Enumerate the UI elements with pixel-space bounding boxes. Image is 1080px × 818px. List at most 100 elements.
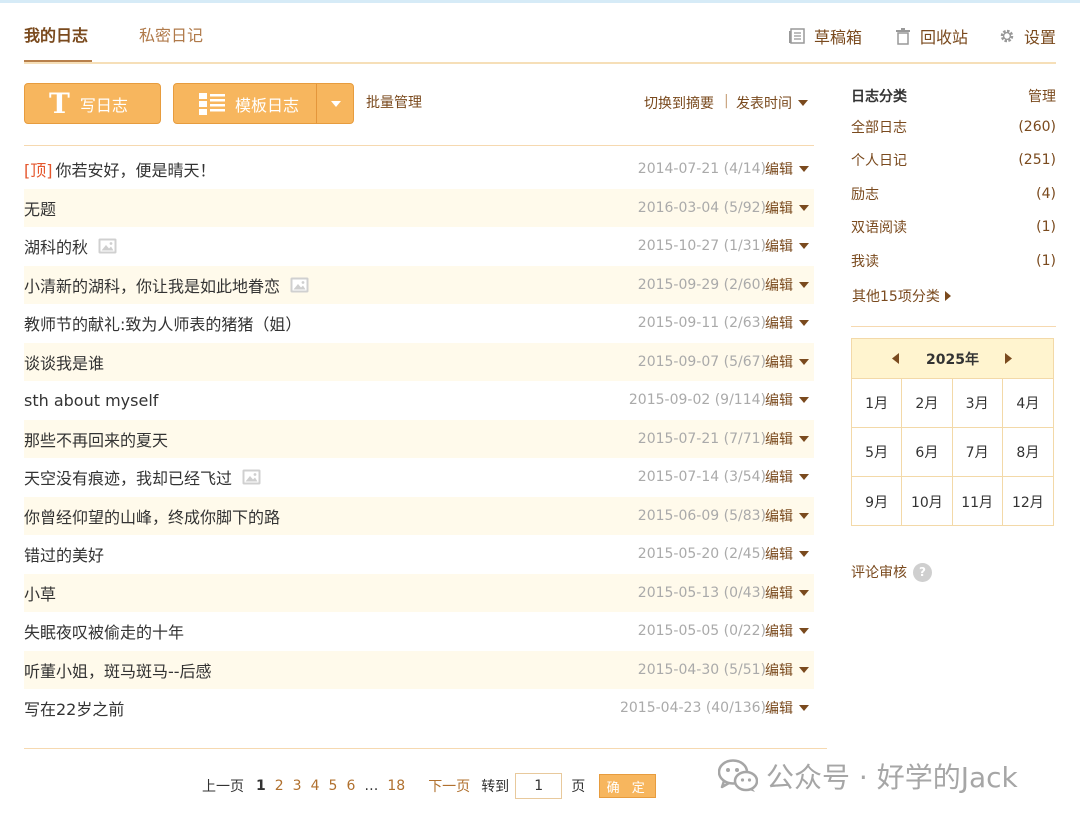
category-manage-link[interactable]: 管理 [1028, 86, 1056, 106]
edit-dropdown[interactable]: 编辑 [765, 621, 809, 641]
prev-year-icon[interactable] [892, 353, 899, 364]
edit-dropdown[interactable]: 编辑 [765, 159, 809, 179]
diary-list: [顶] 你若安好，便是晴天！ 2014-07-21 (4/14) 编辑 无题 2016-0… [24, 150, 814, 728]
edit-dropdown[interactable]: 编辑 [765, 660, 809, 680]
next-page-button[interactable]: 下一页 [428, 776, 470, 796]
edit-dropdown[interactable]: 编辑 [765, 506, 809, 526]
category-item[interactable]: 励志 (4) [851, 177, 1056, 211]
sort-label: 发表时间 [736, 96, 792, 112]
tab-private-diary[interactable]: 私密日记 [139, 22, 203, 46]
next-year-icon[interactable] [1005, 353, 1012, 364]
settings-button[interactable]: 设置 [998, 24, 1056, 48]
calendar-month[interactable]: 11月 [953, 477, 1003, 526]
page-link[interactable]: 5 [329, 778, 338, 794]
diary-title-link[interactable]: 错过的美好 [24, 542, 104, 566]
category-item[interactable]: 双语阅读 (1) [851, 211, 1056, 245]
drafts-button[interactable]: 草稿箱 [788, 24, 862, 48]
calendar-month[interactable]: 8月 [1002, 428, 1053, 477]
help-icon[interactable]: ? [913, 562, 932, 582]
calendar-month[interactable]: 1月 [852, 379, 903, 428]
diary-meta: 2015-07-21 (7/71) [638, 431, 766, 447]
comment-review-link[interactable]: 评论审核 ? [851, 562, 932, 582]
diary-title: 错过的美好 [24, 546, 105, 566]
toggle-summary-link[interactable]: 切换到摘要 [644, 93, 714, 113]
diary-stats: (40/136) [705, 700, 766, 717]
diary-date: 2015-09-11 [637, 315, 720, 332]
more-categories-link[interactable]: 其他15项分类 [852, 286, 951, 306]
trash-button[interactable]: 回收站 [894, 24, 968, 48]
category-item[interactable]: 个人日记 (251) [851, 144, 1056, 178]
diary-title-link[interactable]: sth about myself [24, 391, 158, 410]
edit-dropdown[interactable]: 编辑 [765, 429, 809, 449]
page-link[interactable]: 3 [293, 778, 302, 794]
diary-title: sth about myself [24, 390, 159, 410]
calendar-month[interactable]: 5月 [852, 428, 903, 477]
calendar-year: 2025年 [926, 351, 979, 368]
diary-title-link[interactable]: 教师节的献礼:致为人师表的猪猪（姐） [24, 311, 301, 335]
edit-dropdown[interactable]: 编辑 [765, 352, 809, 372]
page-link-last[interactable]: 18 [387, 778, 405, 794]
batch-manage-link[interactable]: 批量管理 [366, 92, 422, 112]
diary-title-link[interactable]: 谈谈我是谁 [24, 350, 104, 374]
write-diary-button[interactable]: T 写日志 [24, 83, 161, 124]
diary-title-link[interactable]: 写在22岁之前 [24, 696, 124, 720]
edit-dropdown[interactable]: 编辑 [765, 390, 809, 410]
goto-confirm-button[interactable]: 确 定 [599, 774, 657, 798]
edit-label: 编辑 [765, 470, 793, 487]
diary-title-link[interactable]: [顶] 你若安好，便是晴天！ [24, 157, 216, 181]
diary-title-link[interactable]: 你曾经仰望的山峰，终成你脚下的路 [24, 504, 280, 528]
diary-title-link[interactable]: 小清新的湖科，你让我是如此地眷恋 [24, 273, 309, 297]
prev-page-button[interactable]: 上一页 [202, 776, 244, 796]
settings-label: 设置 [1024, 28, 1057, 47]
caret-down-icon [799, 243, 809, 250]
category-count: (251) [1018, 152, 1056, 169]
goto-page-input[interactable] [515, 773, 563, 799]
edit-dropdown[interactable]: 编辑 [765, 698, 809, 718]
diary-date: 2014-07-21 [637, 161, 720, 178]
edit-dropdown[interactable]: 编辑 [765, 583, 809, 603]
caret-down-icon [799, 281, 809, 288]
diary-title-link[interactable]: 湖科的秋 [24, 234, 117, 258]
calendar-month[interactable]: 3月 [952, 379, 1003, 428]
page-link[interactable]: 2 [275, 778, 284, 794]
template-diary-button[interactable]: 模板日志 [173, 83, 354, 124]
calendar-month[interactable]: 9月 [852, 477, 903, 526]
edit-dropdown[interactable]: 编辑 [765, 275, 809, 295]
page-link[interactable]: 1 [256, 778, 266, 794]
diary-title-link[interactable]: 那些不再回来的夏天 [24, 427, 168, 451]
calendar-month[interactable]: 4月 [1002, 379, 1053, 428]
edit-dropdown[interactable]: 编辑 [765, 467, 809, 487]
caret-right-icon [944, 291, 951, 301]
category-item[interactable]: 我读 (1) [851, 244, 1056, 278]
diary-title-link[interactable]: 听董小姐，斑马斑马--后感 [24, 658, 212, 682]
tab-my-diary[interactable]: 我的日志 [24, 22, 88, 46]
diary-title-link[interactable]: 天空没有痕迹，我却已经飞过 [24, 465, 261, 489]
calendar-month[interactable]: 6月 [902, 428, 953, 477]
diary-title-link[interactable]: 无题 [24, 196, 56, 220]
edit-dropdown[interactable]: 编辑 [765, 198, 809, 218]
caret-down-icon [799, 397, 809, 404]
diary-row: 天空没有痕迹，我却已经飞过 2015-07-14 (3/54) 编辑 [24, 458, 814, 497]
category-item[interactable]: 全部日志 (260) [851, 110, 1056, 144]
edit-dropdown[interactable]: 编辑 [765, 544, 809, 564]
diary-title-link[interactable]: 失眠夜叹被偷走的十年 [24, 619, 184, 643]
diary-stats: (9/114) [714, 392, 766, 409]
template-dropdown-toggle[interactable] [317, 84, 354, 123]
edit-label: 编辑 [765, 431, 793, 448]
template-diary-label: 模板日志 [235, 95, 300, 115]
gear-icon [1000, 29, 1014, 43]
calendar-month[interactable]: 10月 [902, 477, 953, 526]
edit-dropdown[interactable]: 编辑 [765, 236, 809, 256]
page-unit-label: 页 [571, 779, 586, 795]
list-top-divider [24, 145, 814, 146]
diary-title-link[interactable]: 小草 [24, 581, 56, 605]
category-title: 日志分类 [851, 89, 907, 105]
page-link[interactable]: 6 [346, 778, 355, 794]
diary-date: 2015-05-20 [637, 546, 720, 563]
page-link[interactable]: 4 [311, 778, 320, 794]
calendar-month[interactable]: 12月 [1003, 477, 1053, 526]
calendar-month[interactable]: 7月 [952, 428, 1003, 477]
edit-dropdown[interactable]: 编辑 [765, 313, 809, 333]
calendar-month[interactable]: 2月 [902, 379, 953, 428]
sort-by-time-dropdown[interactable]: 发表时间 [736, 93, 808, 113]
